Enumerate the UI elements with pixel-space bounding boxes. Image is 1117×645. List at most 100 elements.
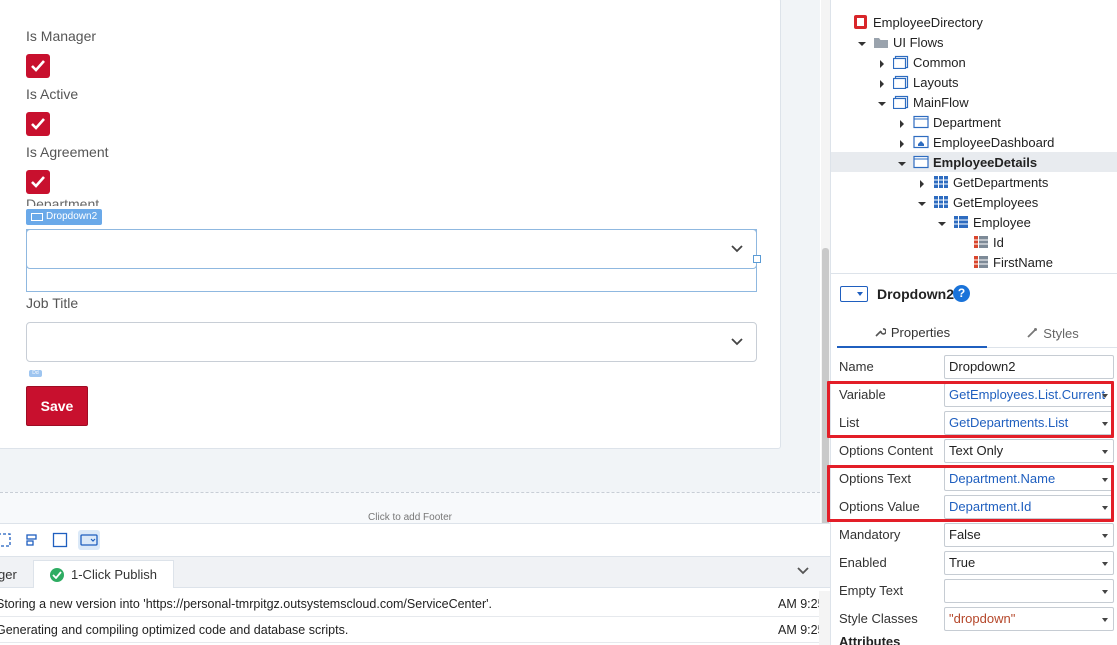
expand-arrow-icon[interactable]: [877, 57, 887, 68]
select-area-icon[interactable]: [0, 532, 12, 548]
flow-icon: [892, 75, 909, 90]
log-time: AM 9:25: [778, 597, 825, 611]
property-value-field[interactable]: [944, 579, 1114, 603]
design-canvas[interactable]: Is Manager Is Active Is Agreement Depart…: [0, 0, 820, 523]
tree-item[interactable]: Id: [831, 232, 1117, 252]
caret-down-icon[interactable]: [1102, 562, 1108, 566]
log-message: Storing a new version into 'https://pers…: [0, 597, 492, 611]
canvas-scrollbar[interactable]: [821, 0, 830, 528]
save-button[interactable]: Save: [26, 386, 88, 426]
property-label: Enabled: [839, 555, 887, 570]
tree-item[interactable]: GetEmployees: [831, 192, 1117, 212]
tree-item-label: Employee: [973, 214, 1031, 230]
collapse-arrow-icon[interactable]: [877, 97, 887, 107]
tab-properties-label: Properties: [890, 324, 951, 340]
tree-item-label: EmployeeDirectory: [873, 14, 983, 30]
widget-toolbar: [0, 523, 830, 557]
expand-arrow-icon[interactable]: [897, 137, 907, 148]
log-row[interactable]: Generating and compiling optimized code …: [0, 617, 830, 643]
property-row: Style Classes "dropdown": [837, 605, 1117, 633]
tree-item[interactable]: MainFlow: [831, 92, 1117, 112]
tab-styles-label: Styles: [1043, 325, 1079, 341]
tree-item[interactable]: Common: [831, 52, 1117, 72]
align-icon[interactable]: [24, 532, 40, 548]
caret-down-icon[interactable]: [1102, 534, 1108, 538]
output-panel: ger 1-Click Publish Storing a new versio…: [0, 557, 830, 645]
expand-arrow-icon[interactable]: [877, 77, 887, 88]
property-value-field[interactable]: "dropdown": [944, 607, 1114, 631]
is-manager-label: Is Manager: [26, 28, 97, 44]
property-label: Empty Text: [839, 583, 904, 598]
property-label: Name: [839, 359, 874, 374]
property-label: Style Classes: [839, 611, 918, 626]
tree-item-label: EmployeeDashboard: [933, 134, 1055, 150]
output-scrollbar[interactable]: [819, 591, 830, 645]
property-value-field[interactable]: Text Only: [944, 439, 1114, 463]
tab-styles[interactable]: Styles: [987, 318, 1117, 348]
output-tabs: ger 1-Click Publish: [0, 557, 830, 588]
check-icon: [31, 60, 45, 72]
tree-item-label: FirstName: [993, 254, 1053, 270]
tree-item[interactable]: Layouts: [831, 72, 1117, 92]
tree-item[interactable]: FirstName: [831, 252, 1117, 272]
tab-1-click-publish[interactable]: 1-Click Publish: [33, 560, 174, 588]
property-label: Options Content: [839, 443, 933, 458]
chevron-down-icon: [731, 245, 743, 253]
home-screen-icon: [913, 135, 929, 149]
screen-icon: [913, 115, 929, 129]
is-active-checkbox[interactable]: [26, 112, 50, 136]
collapse-arrow-icon[interactable]: [937, 217, 947, 227]
help-icon[interactable]: ?: [953, 285, 970, 302]
container-icon[interactable]: [52, 532, 68, 548]
dropdown-widget-icon[interactable]: [78, 530, 100, 550]
tree-item-label: Department: [933, 114, 1001, 130]
log-row[interactable]: Storing a new version into 'https://pers…: [0, 591, 830, 617]
is-manager-checkbox[interactable]: [26, 54, 50, 78]
is-agreement-checkbox[interactable]: [26, 170, 50, 194]
wrench-icon: [875, 328, 886, 337]
tree-item[interactable]: Department: [831, 112, 1117, 132]
department-label: Department: [26, 196, 100, 206]
caret-down-icon[interactable]: [1102, 590, 1108, 594]
aggregate-icon: [933, 175, 949, 189]
tab-debugger-label: ger: [0, 566, 17, 582]
expand-arrow-icon[interactable]: [897, 117, 907, 128]
log-time: AM 9:25: [778, 623, 825, 637]
caret-down-icon[interactable]: [1102, 618, 1108, 622]
property-value: Text Only: [949, 443, 1004, 458]
expand-arrow-icon[interactable]: [917, 177, 927, 188]
property-value-field[interactable]: Dropdown2: [944, 355, 1114, 379]
mini-widget-tag[interactable]: Dd: [29, 370, 42, 377]
property-value: False: [949, 527, 981, 542]
collapse-arrow-icon[interactable]: [857, 37, 867, 47]
collapse-arrow-icon[interactable]: [897, 157, 907, 167]
property-row: Mandatory False: [837, 521, 1117, 549]
tree-item[interactable]: EmployeeDetails: [831, 152, 1117, 172]
selected-widget-tag[interactable]: Dropdown2: [26, 209, 103, 225]
tree-item[interactable]: EmployeeDirectory: [831, 12, 1117, 32]
dropdown-icon: [31, 213, 43, 221]
tree-item-label: EmployeeDetails: [933, 154, 1038, 170]
tree-item[interactable]: GetDepartments: [831, 172, 1117, 192]
resize-handle[interactable]: [753, 255, 761, 263]
tree-item[interactable]: UI Flows: [831, 32, 1117, 52]
job-title-label: Job Title: [26, 295, 79, 311]
caret-down-icon[interactable]: [1102, 450, 1108, 454]
property-value-field[interactable]: False: [944, 523, 1114, 547]
chevron-down-icon[interactable]: [796, 564, 810, 578]
collapse-arrow-icon[interactable]: [917, 197, 927, 207]
tree-item[interactable]: EmployeeDashboard: [831, 132, 1117, 152]
aggregate-icon: [933, 195, 949, 209]
department-dropdown[interactable]: [26, 229, 757, 269]
tab-debugger[interactable]: ger: [0, 560, 17, 588]
property-row: Enabled True: [837, 549, 1117, 577]
properties-header: Dropdown2 ?: [831, 273, 1117, 313]
flow-icon: [892, 95, 909, 110]
footer-placeholder[interactable]: Click to add Footer: [0, 492, 820, 523]
tree-item[interactable]: Employee: [831, 212, 1117, 232]
property-value-field[interactable]: True: [944, 551, 1114, 575]
job-title-dropdown[interactable]: [26, 322, 757, 362]
tab-properties[interactable]: Properties: [837, 318, 987, 348]
